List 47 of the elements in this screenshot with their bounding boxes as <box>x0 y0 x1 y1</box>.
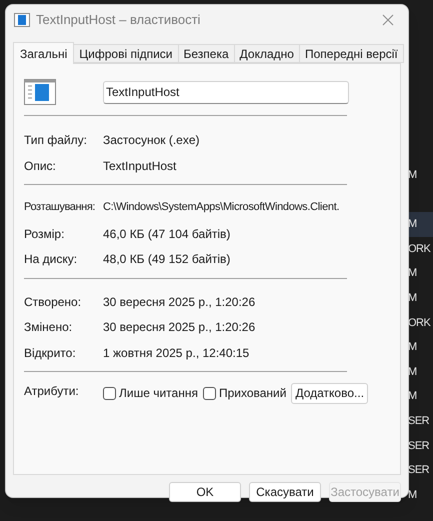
background-text: ORK <box>408 316 430 331</box>
checkbox[interactable] <box>103 386 116 400</box>
tab[interactable]: Безпека <box>178 44 235 63</box>
property-label: Створено: <box>24 294 82 310</box>
property-value: 1 жовтня 2025 р., 12:40:15 <box>103 344 250 362</box>
dialog-button[interactable]: OK <box>169 482 241 502</box>
property-label: Відкрито: <box>24 344 77 362</box>
checkbox-label[interactable]: Прихований <box>218 384 286 402</box>
window-title: TextInputHost – властивості <box>36 11 200 30</box>
background-text: SER <box>408 463 430 478</box>
property-value: 30 вересня 2025 р., 1:20:26 <box>103 319 256 336</box>
property-label: На диску: <box>24 251 78 268</box>
property-value: 46,0 КБ (47 104 байтів) <box>103 226 230 242</box>
close-icon <box>382 14 394 26</box>
background-text: M <box>408 389 417 404</box>
property-label: Тип файлу: <box>24 132 88 149</box>
property-value: C:\Windows\SystemApps\MicrosoftWindows.Client. <box>103 200 340 215</box>
background-text: M <box>408 488 417 503</box>
property-label: Опис: <box>24 158 57 174</box>
background-text: M <box>408 364 417 380</box>
checkbox-label[interactable]: Лише читання <box>119 384 198 402</box>
tab[interactable]: Цифрові підписи <box>74 44 179 63</box>
advanced-button[interactable]: Додатково... <box>291 382 368 404</box>
file-icon <box>24 79 56 105</box>
tab[interactable]: Попередні версії <box>300 44 404 63</box>
property-value: Застосунок (.exe) <box>103 132 200 149</box>
property-label: Розташування: <box>24 200 96 215</box>
property-value: TextInputHost <box>103 158 176 174</box>
property-label: Змінено: <box>24 319 74 336</box>
dialog-button[interactable]: Скасувати <box>249 482 321 502</box>
background-text: ORK <box>408 242 430 257</box>
property-value: 30 вересня 2025 р., 1:20:26 <box>103 294 256 310</box>
property-value: 48,0 КБ (49 152 байтів) <box>103 251 230 268</box>
background-text: M <box>408 340 417 356</box>
name-field[interactable]: TextInputHost <box>103 80 349 104</box>
background-text: SER <box>408 438 430 454</box>
tab[interactable]: Докладно <box>234 44 300 63</box>
property-label: Атрибути: <box>24 383 80 400</box>
property-label: Розмір: <box>24 226 66 242</box>
background-text: M <box>408 266 417 282</box>
window-app-icon <box>14 13 30 27</box>
tab[interactable]: Загальні <box>13 42 74 64</box>
background-text: M <box>408 217 417 232</box>
background-text: M <box>408 168 417 184</box>
background-text: SER <box>408 414 430 429</box>
checkbox[interactable] <box>202 386 216 400</box>
background-text: M <box>408 291 417 306</box>
